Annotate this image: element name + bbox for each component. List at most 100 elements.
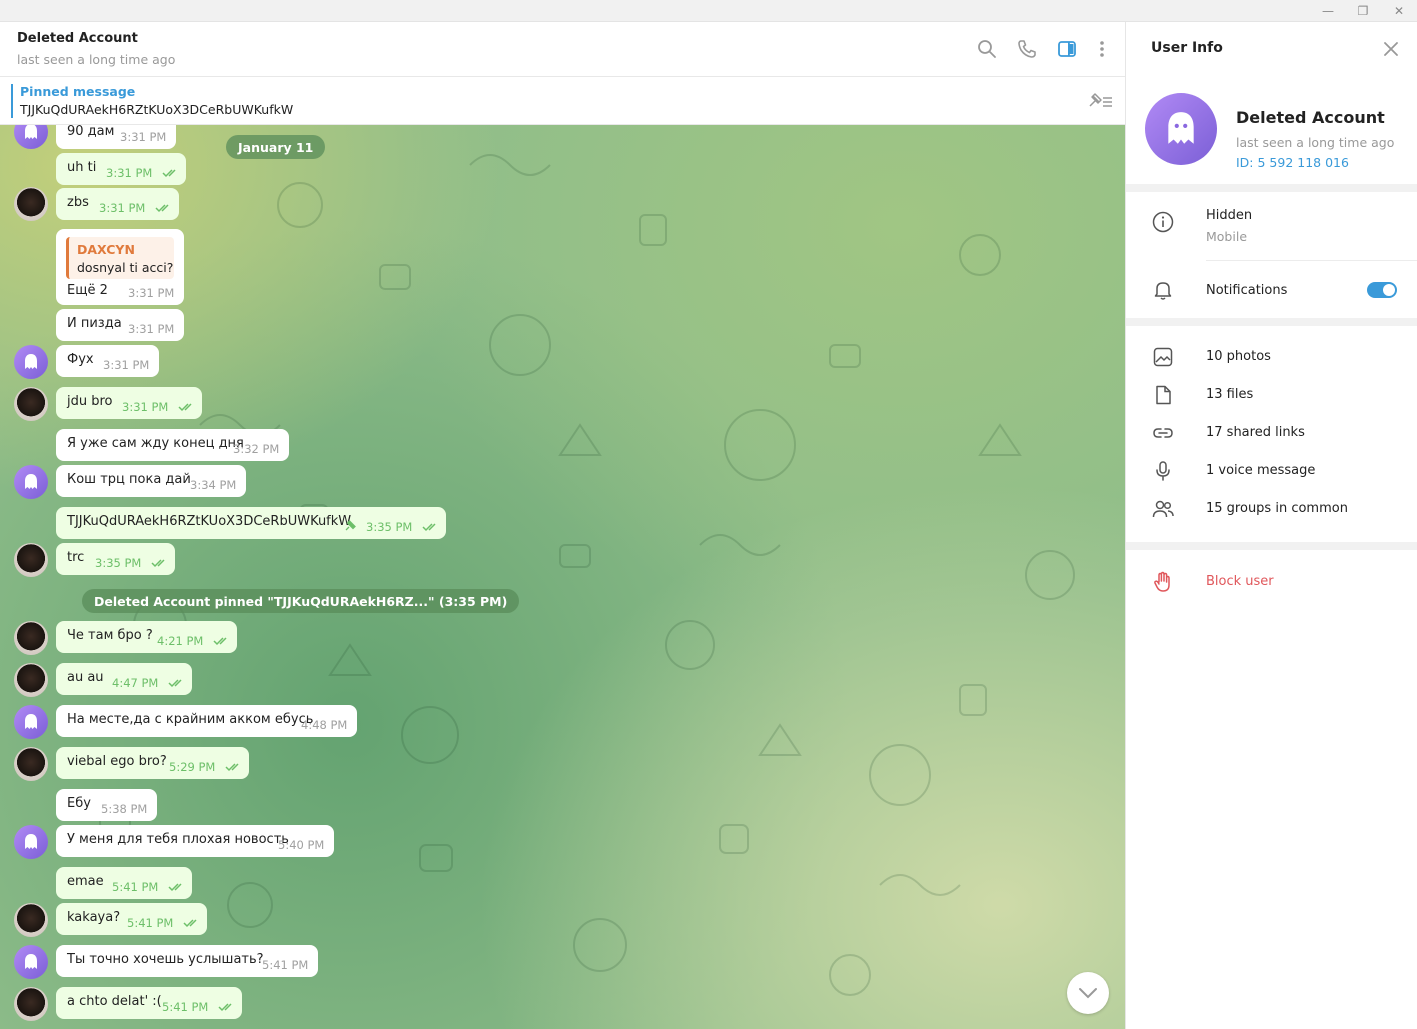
service-pinned-message[interactable]: Deleted Account pinned "TJJKuQdURAekH6RZ… bbox=[82, 589, 520, 613]
window-titlebar: — ❐ ✕ bbox=[0, 0, 1417, 22]
message-text: zbs bbox=[67, 195, 89, 210]
pin-icon bbox=[345, 520, 356, 531]
message-text: Кош трц пока дай bbox=[67, 472, 191, 487]
read-check-icon bbox=[155, 204, 169, 213]
avatar-deleted-account[interactable] bbox=[14, 705, 48, 739]
message-outgoing[interactable]: uh ti 3:31 PM bbox=[56, 153, 186, 185]
restore-button[interactable]: ❐ bbox=[1345, 0, 1381, 22]
message-incoming[interactable]: 90 дам 3:31 PM bbox=[56, 125, 176, 149]
avatar-user[interactable] bbox=[14, 987, 48, 1021]
avatar-user[interactable] bbox=[14, 387, 48, 421]
pinned-message-bar[interactable]: Pinned message TJJKuQdURAekH6RZtKUoX3DCe… bbox=[0, 77, 1125, 125]
message-text: a chto delat' :( bbox=[67, 994, 162, 1009]
phone-icon[interactable] bbox=[1016, 38, 1038, 60]
chat-title[interactable]: Deleted Account bbox=[17, 31, 138, 46]
avatar-user[interactable] bbox=[14, 747, 48, 781]
links-link[interactable]: 17 shared links bbox=[1206, 425, 1305, 440]
message-text: jdu bro bbox=[67, 394, 113, 409]
avatar-user[interactable] bbox=[14, 187, 48, 221]
pinned-text: TJJKuQdURAekH6RZtKUoX3DCeRbUWKufkW bbox=[20, 102, 294, 117]
file-icon bbox=[1156, 385, 1171, 405]
message-incoming[interactable]: Ты точно хочешь услышать? 5:41 PM bbox=[56, 945, 318, 977]
notifications-label: Notifications bbox=[1206, 283, 1288, 298]
close-icon[interactable] bbox=[1382, 40, 1400, 58]
chat-area[interactable]: January 11 90 дам 3:31 PM uh ti 3:31 PM … bbox=[0, 125, 1125, 1029]
files-link[interactable]: 13 files bbox=[1206, 387, 1253, 402]
message-text: Ещё 2 bbox=[67, 283, 108, 298]
message-time: 5:40 PM bbox=[278, 838, 325, 852]
avatar-user[interactable] bbox=[14, 663, 48, 697]
message-outgoing[interactable]: a chto delat' :( 5:41 PM bbox=[56, 987, 242, 1019]
message-time: 5:29 PM bbox=[169, 760, 216, 774]
message-text: TJJKuQdURAekH6RZtKUoX3DCeRbUWKufkW bbox=[67, 514, 352, 529]
reply-quote[interactable]: DAXCYN dosnyal ti acci? bbox=[66, 237, 174, 279]
ghost-icon bbox=[25, 954, 37, 969]
pinned-list-icon[interactable] bbox=[1086, 90, 1114, 112]
message-incoming[interactable]: Кош трц пока дай 3:34 PM bbox=[56, 465, 246, 497]
message-time: 5:41 PM bbox=[162, 1000, 209, 1014]
message-outgoing[interactable]: emae 5:41 PM bbox=[56, 867, 192, 899]
ghost-icon bbox=[25, 354, 37, 369]
message-time: 3:34 PM bbox=[190, 478, 237, 492]
message-outgoing[interactable]: zbs 3:31 PM bbox=[56, 188, 179, 220]
scroll-to-bottom-button[interactable] bbox=[1067, 972, 1109, 1014]
groups-link[interactable]: 15 groups in common bbox=[1206, 501, 1348, 516]
message-text: На месте,да с крайним акком ебусь bbox=[67, 712, 314, 727]
message-outgoing[interactable]: jdu bro 3:31 PM bbox=[56, 387, 202, 419]
profile-id[interactable]: ID: 5 592 118 016 bbox=[1236, 155, 1349, 170]
more-menu-icon[interactable] bbox=[1091, 38, 1113, 60]
message-text: Фух bbox=[67, 352, 94, 367]
message-text: 90 дам bbox=[67, 125, 115, 139]
message-outgoing[interactable]: Че там бро ? 4:21 PM bbox=[56, 621, 237, 653]
avatar-deleted-account[interactable] bbox=[14, 825, 48, 859]
date-badge: January 11 bbox=[226, 135, 326, 159]
ghost-icon bbox=[25, 125, 37, 139]
message-time: 3:35 PM bbox=[366, 520, 413, 534]
search-icon[interactable] bbox=[976, 38, 998, 60]
message-outgoing[interactable]: au au 4:47 PM bbox=[56, 663, 192, 695]
message-outgoing[interactable]: trc 3:35 PM bbox=[56, 543, 175, 575]
message-incoming[interactable]: У меня для тебя плохая новость 5:40 PM bbox=[56, 825, 334, 857]
toggle-knob bbox=[1383, 284, 1395, 296]
profile-avatar[interactable] bbox=[1145, 93, 1217, 165]
avatar-deleted-account[interactable] bbox=[14, 345, 48, 379]
message-time: 3:31 PM bbox=[106, 166, 153, 180]
message-text: emae bbox=[67, 874, 104, 889]
sidebar-toggle-icon[interactable] bbox=[1056, 38, 1078, 60]
avatar-user[interactable] bbox=[14, 903, 48, 937]
message-time: 5:41 PM bbox=[112, 880, 159, 894]
message-time: 5:41 PM bbox=[262, 958, 309, 972]
message-time: 3:32 PM bbox=[233, 442, 280, 456]
close-window-button[interactable]: ✕ bbox=[1381, 0, 1417, 22]
message-outgoing-pinned[interactable]: TJJKuQdURAekH6RZtKUoX3DCeRbUWKufkW 3:35 … bbox=[56, 507, 446, 539]
chat-status: last seen a long time ago bbox=[17, 52, 176, 67]
message-text: kakaya? bbox=[67, 910, 121, 925]
minimize-button[interactable]: — bbox=[1310, 0, 1346, 22]
avatar-user[interactable] bbox=[14, 621, 48, 655]
phone-value[interactable]: Hidden bbox=[1206, 208, 1252, 223]
message-incoming-reply[interactable]: DAXCYN dosnyal ti acci? Ещё 2 3:31 PM bbox=[56, 229, 184, 305]
chat-header[interactable]: Deleted Account last seen a long time ag… bbox=[0, 22, 1125, 77]
avatar-user[interactable] bbox=[14, 543, 48, 577]
message-outgoing[interactable]: viebal ego bro? 5:29 PM bbox=[56, 747, 249, 779]
photos-link[interactable]: 10 photos bbox=[1206, 349, 1271, 364]
notifications-toggle[interactable] bbox=[1367, 282, 1397, 298]
voice-link[interactable]: 1 voice message bbox=[1206, 463, 1315, 478]
message-incoming[interactable]: На месте,да с крайним акком ебусь 4:48 P… bbox=[56, 705, 357, 737]
read-check-icon bbox=[422, 523, 436, 532]
message-incoming[interactable]: Ебу 5:38 PM bbox=[56, 789, 157, 821]
avatar-deleted-account[interactable] bbox=[14, 465, 48, 499]
panel-title: User Info bbox=[1151, 40, 1223, 56]
message-incoming[interactable]: Я уже сам жду конец дня 3:32 PM bbox=[56, 429, 289, 461]
message-text: Ебу bbox=[67, 796, 91, 811]
message-outgoing[interactable]: kakaya? 5:41 PM bbox=[56, 903, 207, 935]
block-user-button[interactable]: Block user bbox=[1206, 574, 1274, 589]
ghost-icon bbox=[1168, 112, 1194, 144]
avatar-deleted-account[interactable] bbox=[14, 945, 48, 979]
read-check-icon bbox=[213, 637, 227, 646]
ghost-icon bbox=[25, 834, 37, 849]
row-divider bbox=[1206, 260, 1417, 261]
reply-text: dosnyal ti acci? bbox=[77, 260, 174, 275]
message-incoming[interactable]: И пизда 3:31 PM bbox=[56, 309, 184, 341]
message-incoming[interactable]: Фух 3:31 PM bbox=[56, 345, 159, 377]
